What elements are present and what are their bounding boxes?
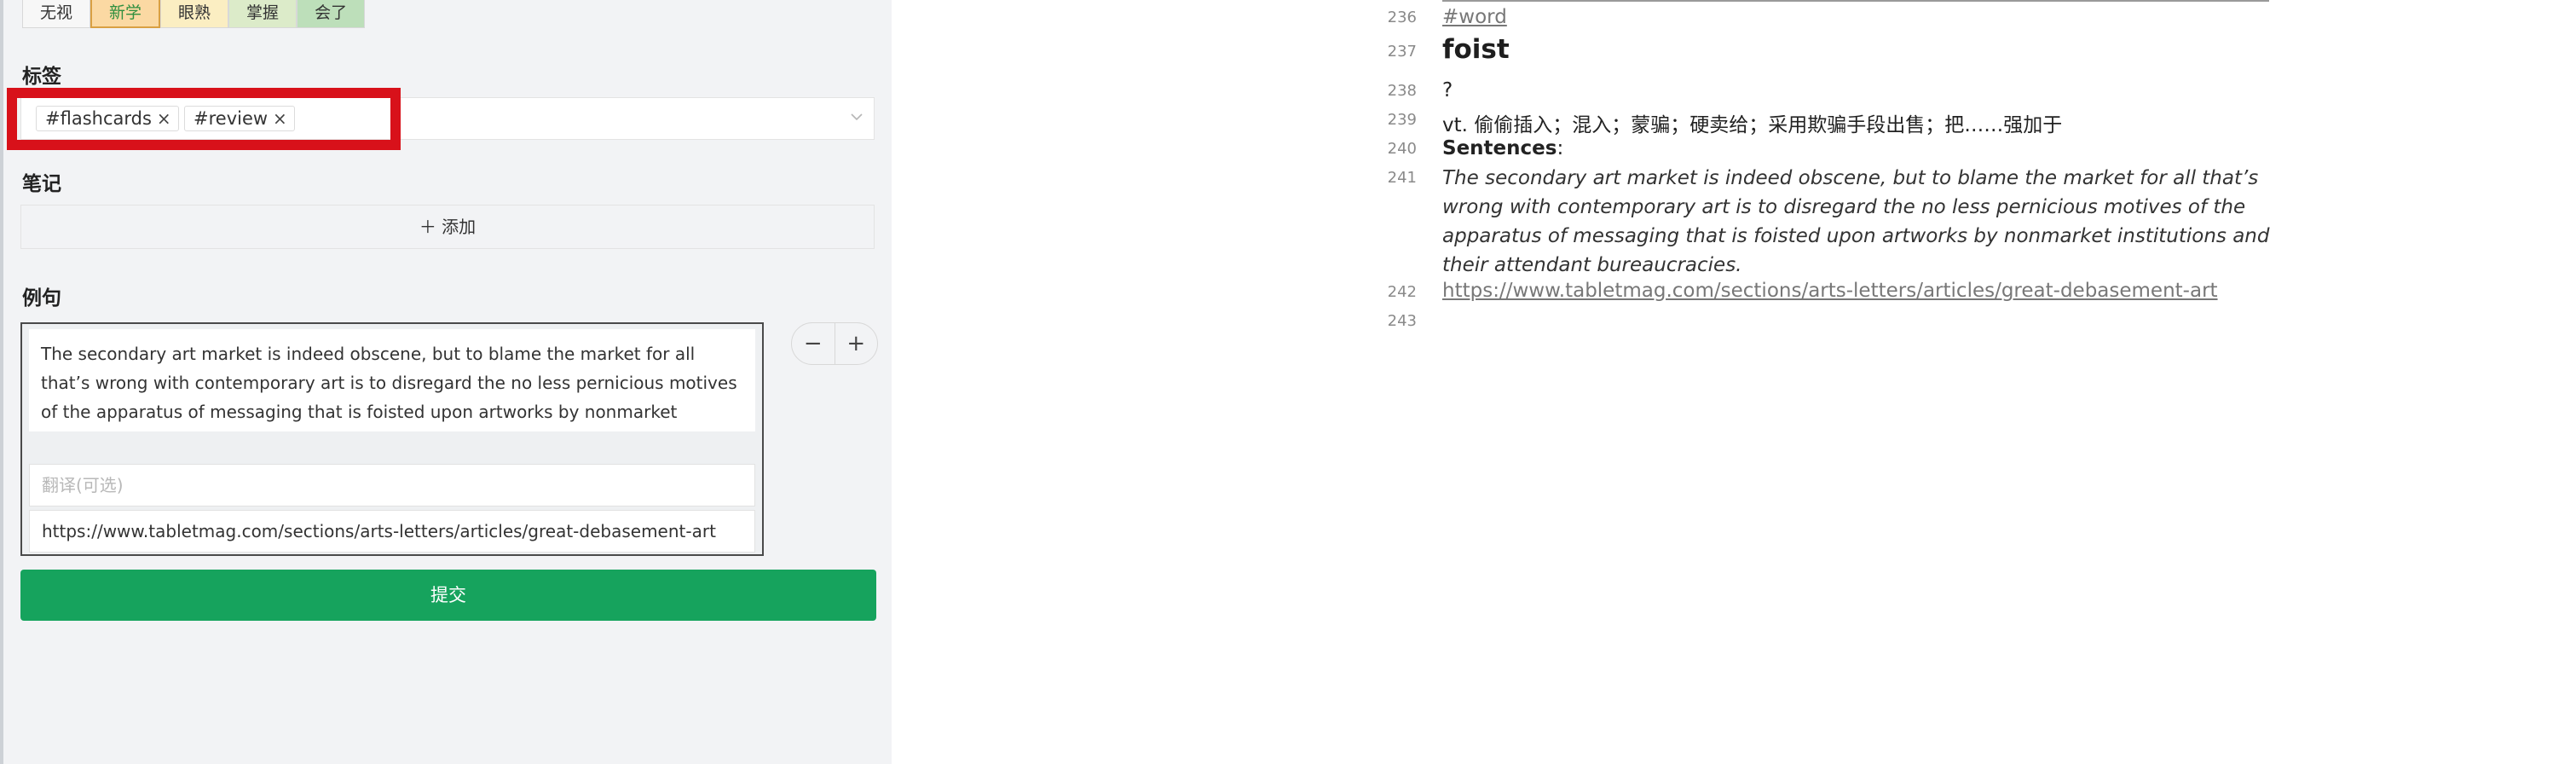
editor-line-sentence[interactable]: The secondary art market is indeed obsce… — [1442, 164, 2303, 280]
tags-label: 标签 — [22, 66, 61, 88]
editor-line-definition[interactable]: vt. 偷偷插入；混入；蒙骗；硬卖给；采用欺骗手段出售；把……强加于 — [1442, 108, 2295, 137]
editor-line-word[interactable]: foist — [1442, 34, 2295, 65]
submit-button[interactable]: 提交 — [20, 570, 876, 621]
minus-button[interactable]: − — [792, 323, 835, 364]
markdown-editor[interactable]: 236 #word 237 foist 238 ? 239 vt. 偷偷插入；混… — [1381, 0, 2319, 764]
word-form-panel: 无视 新学 眼熟 掌握 会了 标签 #flashcards × #review … — [0, 0, 892, 764]
line-number: 236 — [1387, 9, 1417, 26]
line-number: 238 — [1387, 82, 1417, 100]
status-button-group: 无视 新学 眼熟 掌握 会了 — [22, 0, 366, 28]
source-url-input[interactable]: https://www.tabletmag.com/sections/arts-… — [29, 510, 755, 553]
example-count-stepper: − + — [791, 322, 878, 365]
plus-button[interactable]: + — [835, 323, 877, 364]
status-ignore-button[interactable]: 无视 — [22, 0, 91, 28]
status-new-button[interactable]: 新学 — [90, 0, 161, 28]
status-learned-button[interactable]: 会了 — [297, 0, 366, 28]
editor-line-tag[interactable]: #word — [1442, 6, 2295, 28]
tags-highlight-annotation — [7, 88, 401, 150]
examples-label: 例句 — [22, 287, 61, 310]
sentences-heading: Sentences — [1442, 137, 1557, 159]
add-note-button[interactable]: ＋ 添加 — [20, 205, 875, 249]
editor-line-sentences-heading[interactable]: Sentences: — [1442, 137, 2295, 159]
status-master-button[interactable]: 掌握 — [228, 0, 297, 28]
line-number: 237 — [1387, 43, 1417, 61]
line-number: 242 — [1387, 283, 1417, 301]
line-number: 241 — [1387, 169, 1417, 187]
status-familiar-button[interactable]: 眼熟 — [160, 0, 229, 28]
editor-line-phonetic[interactable]: ? — [1442, 79, 2295, 101]
add-note-label: 添加 — [442, 217, 477, 237]
editor-line-source-link[interactable]: https://www.tabletmag.com/sections/arts-… — [1442, 280, 2295, 302]
sentences-colon: : — [1557, 137, 1564, 159]
line-number: 243 — [1387, 312, 1417, 330]
example-sentence-textarea[interactable]: The secondary art market is indeed obsce… — [29, 329, 755, 431]
example-card: The secondary art market is indeed obsce… — [20, 322, 764, 556]
chevron-down-icon[interactable] — [850, 110, 863, 122]
notes-label: 笔记 — [22, 173, 61, 195]
line-number: 239 — [1387, 111, 1417, 129]
plus-icon: ＋ — [419, 217, 436, 237]
line-number: 240 — [1387, 140, 1417, 158]
translation-input[interactable]: 翻译(可选) — [29, 464, 755, 506]
